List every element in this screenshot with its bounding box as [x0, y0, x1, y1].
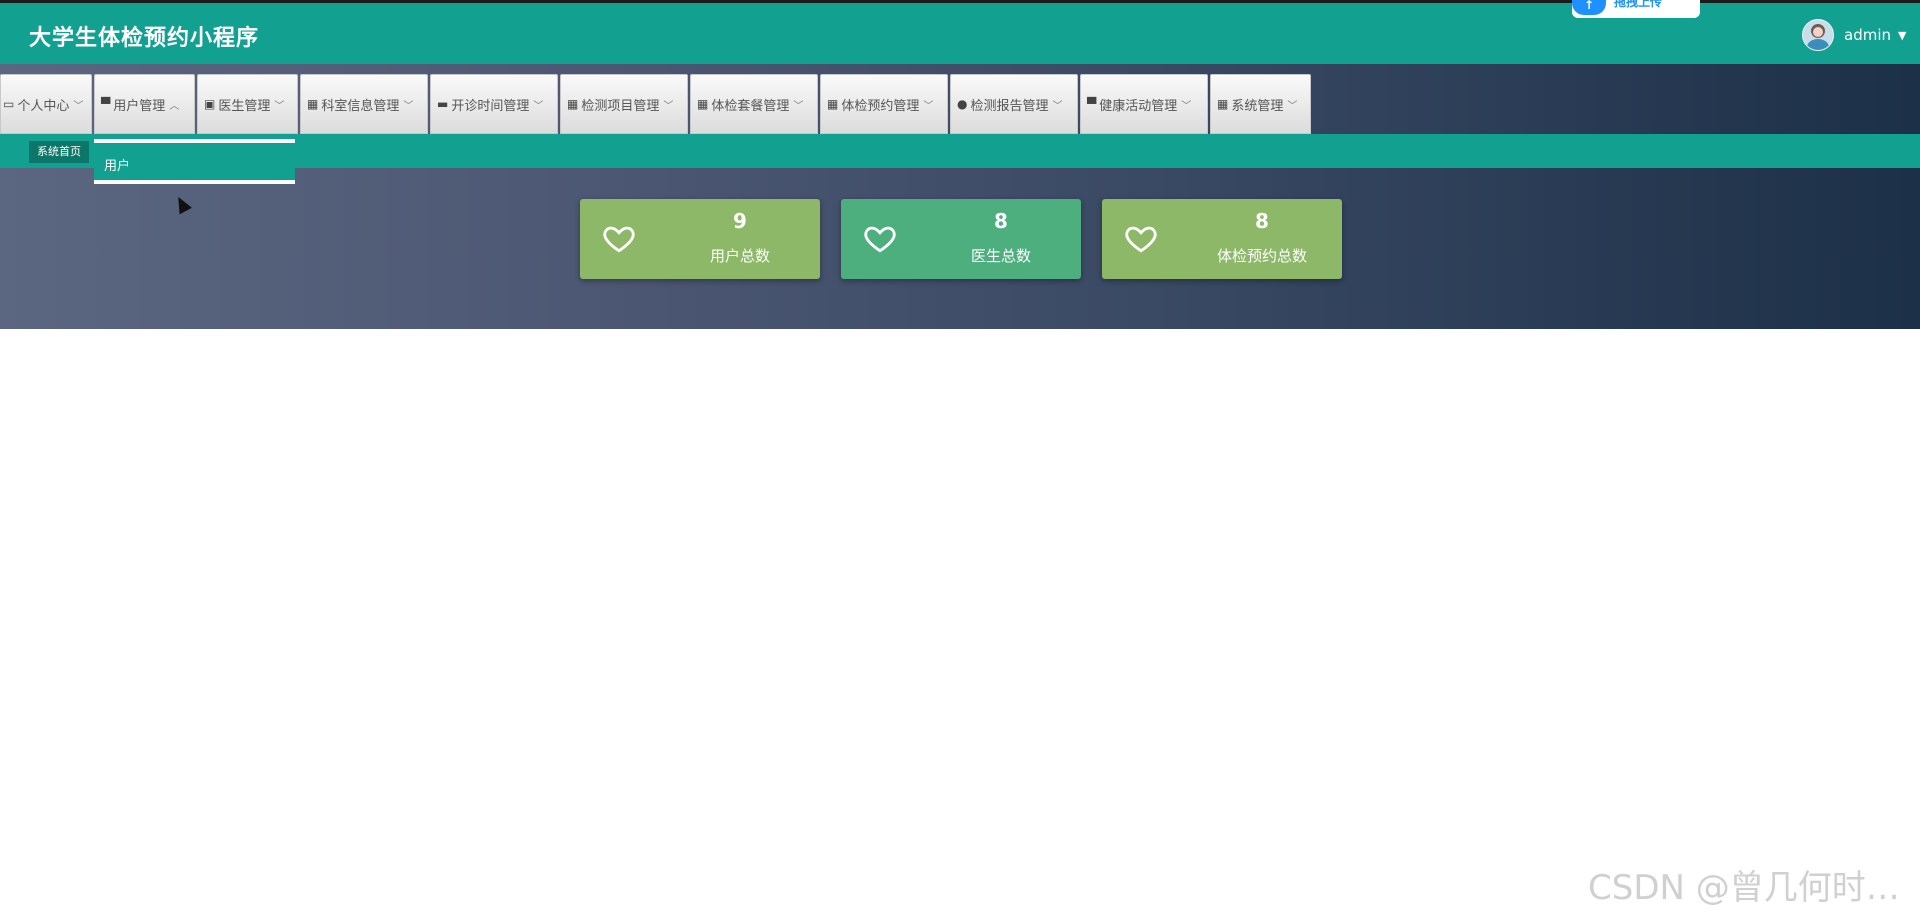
chevron-down-icon: ﹀	[1287, 100, 1298, 112]
chevron-down-icon: ﹀	[274, 100, 285, 112]
upload-badge-label: 拖拽上传	[1614, 0, 1663, 9]
nav-item-label: 体检预约管理	[841, 98, 920, 114]
stat-value: 8	[1255, 209, 1269, 233]
nav-item-department-management[interactable]: ▦ 科室信息管理 ﹀	[300, 74, 428, 134]
stat-card-doctors: 8 医生总数	[841, 199, 1081, 279]
nav-item-system-management[interactable]: ▦ 系统管理 ﹀	[1210, 74, 1311, 134]
nav-item-package-management[interactable]: ▦ 体检套餐管理 ﹀	[690, 74, 818, 134]
caret-down-icon: ▼	[1898, 28, 1907, 42]
nav-item-label: 科室信息管理	[321, 98, 400, 114]
nav-item-personal-center[interactable]: ▭ 个人中心 ﹀	[0, 74, 92, 134]
stat-card-users: 9 用户总数	[580, 199, 820, 279]
avatar	[1802, 19, 1834, 51]
nav-item-label: 系统管理	[1231, 98, 1284, 114]
user-icon: ●	[957, 97, 968, 111]
app-title: 大学生体检预约小程序	[29, 26, 260, 51]
upload-badge[interactable]: ↑ 拖拽上传	[1572, 0, 1700, 18]
user-menu[interactable]: admin ▼	[1802, 19, 1906, 51]
chevron-down-icon: ﹀	[403, 100, 414, 112]
chevron-down-icon: ﹀	[1052, 100, 1063, 112]
main-nav: ▭ 个人中心 ﹀ ▀ 用户管理 ︿ ▣ 医生管理 ﹀ ▦ 科室信息管理 ﹀ ▬ …	[0, 74, 1313, 134]
app-header: 大学生体检预约小程序 ↑ 拖拽上传 admin ▼	[0, 0, 1920, 64]
upload-icon: ↑	[1572, 0, 1606, 15]
nav-item-user-management[interactable]: ▀ 用户管理 ︿	[94, 74, 195, 134]
stat-label: 用户总数	[709, 247, 770, 265]
grid-icon: ▦	[1217, 97, 1229, 111]
chevron-down-icon: ﹀	[793, 100, 804, 112]
chevron-down-icon: ﹀	[923, 100, 934, 112]
nav-item-appointment-management[interactable]: ▦ 体检预约管理 ﹀	[820, 74, 948, 134]
book-icon: ▀	[1087, 97, 1097, 111]
chevron-down-icon: ﹀	[73, 100, 84, 112]
user-icon: ▀	[101, 97, 111, 111]
breadcrumb[interactable]: 系统首页	[29, 141, 89, 163]
chat-icon: ▬	[437, 97, 449, 111]
chevron-up-icon: ︿	[169, 100, 180, 112]
user-name: admin	[1844, 26, 1891, 44]
stat-card-appointments: 8 体检预约总数	[1102, 199, 1342, 279]
nav-item-label: 体检套餐管理	[711, 98, 790, 114]
nav-item-label: 开诊时间管理	[451, 98, 530, 114]
heart-icon	[603, 226, 635, 253]
grid-icon: ▦	[567, 97, 579, 111]
nav-item-report-management[interactable]: ● 检测报告管理 ﹀	[950, 74, 1078, 134]
stat-value: 9	[733, 209, 747, 233]
nav-item-label: 用户管理	[113, 98, 166, 114]
heart-icon	[1125, 226, 1157, 253]
nav-item-doctor-management[interactable]: ▣ 医生管理 ﹀	[197, 74, 298, 134]
user-management-dropdown: 用户	[94, 139, 295, 184]
chevron-down-icon: ﹀	[533, 100, 544, 112]
stat-value: 8	[994, 209, 1008, 233]
grid-icon: ▦	[827, 97, 839, 111]
nav-item-clinic-time-management[interactable]: ▬ 开诊时间管理 ﹀	[430, 74, 558, 134]
dropdown-item-user[interactable]: 用户	[104, 155, 130, 174]
chevron-down-icon: ﹀	[663, 100, 674, 112]
card-icon: ▭	[3, 97, 15, 111]
nav-item-label: 检测项目管理	[581, 98, 660, 114]
grid-icon: ▦	[307, 97, 319, 111]
clipboard-icon: ▣	[204, 97, 216, 111]
nav-item-label: 健康活动管理	[1099, 98, 1178, 114]
chevron-down-icon: ﹀	[1181, 100, 1192, 112]
nav-item-health-activity-management[interactable]: ▀ 健康活动管理 ﹀	[1080, 74, 1208, 134]
heart-icon	[864, 226, 896, 253]
stat-label: 体检预约总数	[1216, 247, 1307, 265]
grid-icon: ▦	[697, 97, 709, 111]
nav-item-label: 医生管理	[218, 98, 271, 114]
nav-item-test-item-management[interactable]: ▦ 检测项目管理 ﹀	[560, 74, 688, 134]
watermark: CSDN @曾几何时…	[1588, 868, 1900, 908]
nav-item-label: 个人中心	[17, 98, 70, 114]
nav-item-label: 检测报告管理	[970, 98, 1049, 114]
stat-label: 医生总数	[970, 247, 1031, 265]
